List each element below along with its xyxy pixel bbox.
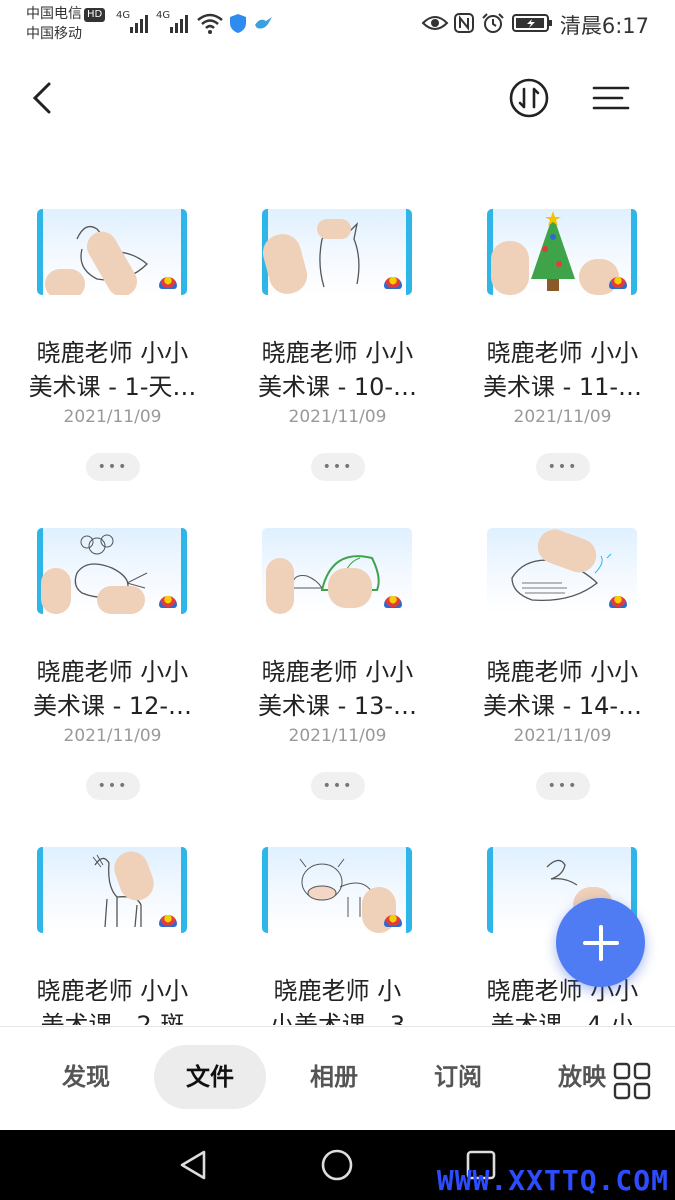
nfc-icon xyxy=(454,13,474,33)
more-options-button[interactable]: ••• xyxy=(536,772,590,800)
signal-icon xyxy=(170,15,188,33)
more-options-button[interactable]: ••• xyxy=(311,772,365,800)
file-card[interactable]: 晓鹿老师 小小 美术课 - 2-斑 xyxy=(0,833,225,1025)
channel-logo-icon xyxy=(384,915,402,927)
file-card[interactable]: 晓鹿老师 小 小美术课 - 3 xyxy=(225,833,450,1025)
more-options-button[interactable]: ••• xyxy=(86,772,140,800)
video-thumbnail[interactable] xyxy=(262,209,412,295)
bird-icon xyxy=(255,17,272,29)
shield-icon xyxy=(230,14,246,33)
back-icon[interactable] xyxy=(18,74,66,122)
tab-album[interactable]: 相册 xyxy=(278,1045,390,1109)
file-title: 美术课 - 11-… xyxy=(482,373,643,401)
status-time: 清晨6:17 xyxy=(559,14,649,38)
tab-subscribe[interactable]: 订阅 xyxy=(402,1045,514,1109)
file-title: 晓鹿老师 小 xyxy=(273,977,402,1005)
status-bar: 中国电信 HD 中国移动 4G 4G 清晨6:17 xyxy=(0,0,675,50)
file-title: 晓鹿老师 小小 xyxy=(486,339,639,367)
file-card[interactable]: 晓鹿老师 小小 美术课 - 1-天… 2021/11/09 ••• xyxy=(0,195,225,495)
channel-logo-icon xyxy=(159,596,177,608)
watermark: WWW.XXTTQ.COM xyxy=(436,1164,669,1197)
channel-logo-icon xyxy=(159,277,177,289)
file-title: 美术课 - 13-… xyxy=(257,692,418,720)
channel-logo-icon xyxy=(384,596,402,608)
file-card[interactable]: 晓鹿老师 小小 美术课 - 11-… 2021/11/09 ••• xyxy=(450,195,675,495)
file-title: 美术课 - 1-天… xyxy=(28,373,197,401)
file-title: 晓鹿老师 小小 xyxy=(36,658,189,686)
file-title: 美术课 - 2-斑 xyxy=(40,1011,185,1025)
battery-icon xyxy=(512,14,552,32)
home-circle-icon[interactable] xyxy=(320,1148,354,1182)
file-card[interactable]: 晓鹿老师 小小 美术课 - 10-… 2021/11/09 ••• xyxy=(225,195,450,495)
more-options-button[interactable]: ••• xyxy=(311,453,365,481)
add-file-button[interactable] xyxy=(556,898,645,987)
tab-files[interactable]: 文件 xyxy=(154,1045,266,1109)
video-thumbnail[interactable] xyxy=(37,847,187,933)
file-date: 2021/11/09 xyxy=(288,726,387,746)
file-title: 美术课 - 10-… xyxy=(257,373,418,401)
file-title: 晓鹿老师 小小 xyxy=(486,658,639,686)
video-thumbnail[interactable] xyxy=(487,209,637,295)
file-title: 晓鹿老师 小小 xyxy=(36,977,189,1005)
file-title: 晓鹿老师 小小 xyxy=(261,339,414,367)
file-title: 美术课 - 14-… xyxy=(482,692,643,720)
file-card[interactable]: 晓鹿老师 小小 美术课 - 14-… 2021/11/09 ••• xyxy=(450,514,675,814)
channel-logo-icon xyxy=(609,596,627,608)
file-title: 晓鹿老师 小小 xyxy=(486,977,639,1005)
file-date: 2021/11/09 xyxy=(63,407,162,427)
file-title: 美术课 - 12-… xyxy=(32,692,193,720)
channel-logo-icon xyxy=(609,277,627,289)
channel-logo-icon xyxy=(159,915,177,927)
wifi-icon xyxy=(197,13,223,34)
file-title: 晓鹿老师 小小 xyxy=(261,658,414,686)
grid-icon[interactable] xyxy=(612,1061,652,1101)
file-date: 2021/11/09 xyxy=(63,726,162,746)
video-thumbnail[interactable] xyxy=(487,528,637,614)
hd-badge: HD xyxy=(84,8,106,22)
top-bar xyxy=(0,60,675,136)
video-thumbnail[interactable] xyxy=(262,528,412,614)
back-triangle-icon[interactable] xyxy=(176,1148,210,1182)
sort-icon[interactable] xyxy=(505,74,553,122)
tab-discover[interactable]: 发现 xyxy=(30,1045,142,1109)
tab-play[interactable]: 放映 xyxy=(526,1045,610,1109)
file-card[interactable]: 晓鹿老师 小小 美术课 - 13-… 2021/11/09 ••• xyxy=(225,514,450,814)
file-title: 美术课 - 4-小 xyxy=(490,1011,635,1025)
file-title: 晓鹿老师 小小 xyxy=(36,339,189,367)
file-title: 小美术课 - 3 xyxy=(269,1011,406,1025)
carrier-1: 中国电信 HD xyxy=(26,5,106,23)
alarm-icon xyxy=(482,13,504,33)
menu-icon[interactable] xyxy=(587,74,635,122)
video-thumbnail[interactable] xyxy=(262,847,412,933)
more-options-button[interactable]: ••• xyxy=(536,453,590,481)
eye-icon xyxy=(421,16,449,30)
video-thumbnail[interactable] xyxy=(37,528,187,614)
bottom-tab-bar: 发现 文件 相册 订阅 放映 xyxy=(0,1026,675,1131)
video-thumbnail[interactable] xyxy=(37,209,187,295)
channel-logo-icon xyxy=(384,277,402,289)
carrier-2: 中国移动 xyxy=(26,26,82,42)
plus-icon xyxy=(582,924,619,961)
file-grid: 晓鹿老师 小小 美术课 - 1-天… 2021/11/09 ••• 晓鹿老师 小… xyxy=(0,195,675,1025)
file-date: 2021/11/09 xyxy=(513,726,612,746)
file-date: 2021/11/09 xyxy=(288,407,387,427)
file-date: 2021/11/09 xyxy=(513,407,612,427)
signal-icon xyxy=(130,15,148,33)
file-card[interactable]: 晓鹿老师 小小 美术课 - 12-… 2021/11/09 ••• xyxy=(0,514,225,814)
more-options-button[interactable]: ••• xyxy=(86,453,140,481)
